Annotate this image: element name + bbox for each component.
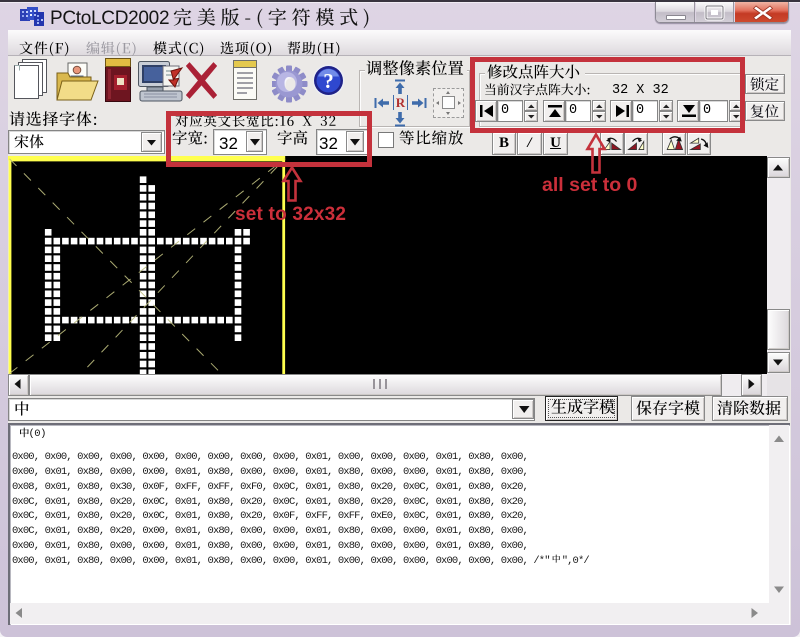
svg-text:?: ?	[323, 69, 334, 93]
